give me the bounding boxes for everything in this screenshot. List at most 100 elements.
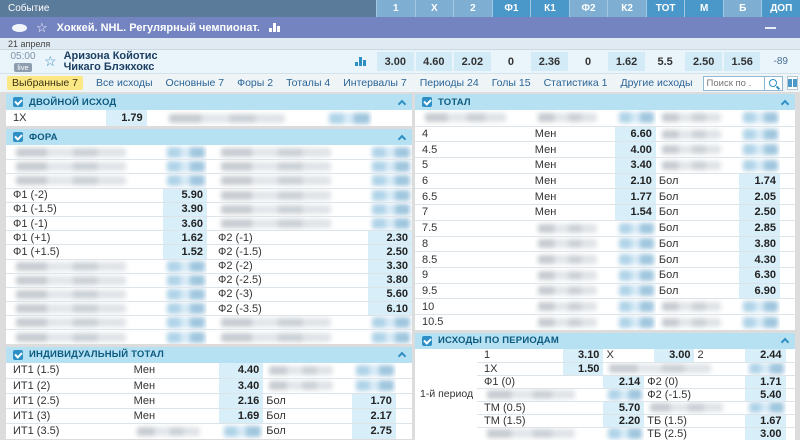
odd-value[interactable]: 4.30 [739, 252, 780, 267]
margin-value[interactable]: -89 [762, 52, 799, 71]
two-column-view-icon[interactable] [787, 76, 798, 90]
odd-cell[interactable]: 2.36 [531, 52, 568, 71]
odd-value[interactable]: 3.80 [739, 237, 780, 252]
odd-value[interactable]: 2.85 [739, 221, 780, 236]
odd-value[interactable]: 3.00 [745, 428, 786, 440]
event-statistics-icon[interactable] [355, 57, 366, 66]
odd-value[interactable]: 2.16 [219, 394, 263, 408]
odd-cell[interactable]: 5.5 [647, 52, 684, 71]
chevron-up-icon[interactable] [781, 338, 789, 346]
favorite-star-icon[interactable]: ☆ [44, 53, 57, 70]
column-header-М[interactable]: М [684, 0, 723, 17]
tab-выбранные-7[interactable]: Выбранные 7 [7, 76, 83, 90]
column-header-Ф2[interactable]: Ф2 [569, 0, 608, 17]
column-header-2[interactable]: 2 [453, 0, 492, 17]
checkbox-icon[interactable] [422, 97, 432, 107]
tab-голы-15[interactable]: Голы 15 [492, 77, 531, 89]
odd-value[interactable]: 2.30 [368, 231, 412, 244]
odd-value[interactable]: 3.10 [563, 349, 604, 362]
odd-cell[interactable]: 3.00 [377, 52, 414, 71]
statistics-icon[interactable] [269, 23, 280, 32]
odd-value[interactable]: 3.40 [219, 379, 263, 393]
odd-value[interactable]: 1.77 [615, 189, 656, 204]
odd-value[interactable]: 1.67 [745, 415, 786, 427]
column-header-ДОП[interactable]: ДОП [761, 0, 800, 17]
odd-value[interactable]: 3.00 [654, 349, 695, 362]
odd-cell[interactable]: 4.60 [416, 52, 453, 71]
checkbox-icon[interactable] [422, 336, 432, 346]
chevron-up-icon[interactable] [781, 99, 789, 107]
odd-value[interactable]: 3.30 [368, 260, 412, 273]
cell-gap [207, 330, 215, 343]
favorite-star-icon[interactable]: ☆ [36, 21, 48, 34]
chevron-up-icon[interactable] [398, 99, 406, 107]
odd-value[interactable]: 1.69 [219, 409, 263, 423]
section-title: ИСХОДЫ ПО ПЕРИОДАМ [438, 335, 559, 346]
chevron-up-icon[interactable] [398, 352, 406, 360]
odd-value[interactable]: 3.80 [368, 274, 412, 287]
column-header-Ф1[interactable]: Ф1 [492, 0, 531, 17]
collapse-minus-icon[interactable] [765, 27, 776, 29]
odd-value[interactable]: 1.70 [352, 394, 396, 408]
odd-value[interactable]: 1.54 [615, 205, 656, 220]
odd-value[interactable]: 1.74 [739, 174, 780, 189]
odd-value[interactable]: 2.17 [352, 409, 396, 423]
odd-cell[interactable]: 2.50 [685, 52, 722, 71]
odd-value[interactable]: 3.90 [163, 203, 207, 216]
odd-value[interactable]: 5.40 [745, 389, 786, 401]
checkbox-icon[interactable] [13, 350, 23, 360]
odd-value[interactable]: 6.90 [739, 284, 780, 299]
tab-форы-2[interactable]: Форы 2 [237, 77, 273, 89]
odd-value[interactable]: 2.20 [603, 415, 644, 427]
column-header-X[interactable]: X [415, 0, 454, 17]
odd-cell[interactable]: 0 [570, 52, 607, 71]
odd-value[interactable]: 5.70 [603, 402, 644, 414]
column-header-Б[interactable]: Б [723, 0, 762, 17]
odd-value[interactable]: 2.44 [745, 349, 786, 362]
cell-gap [207, 189, 215, 202]
odd-cell[interactable]: 1.56 [724, 52, 761, 71]
odd-value[interactable]: 4.00 [615, 142, 656, 157]
odd-value[interactable]: 6.10 [368, 302, 412, 315]
odd-value[interactable]: 1.62 [163, 231, 207, 244]
chevron-up-icon[interactable] [398, 134, 406, 142]
odd-cell[interactable]: 0 [493, 52, 530, 71]
checkbox-icon[interactable] [13, 132, 23, 142]
odd-value[interactable]: 3.40 [615, 158, 656, 173]
odd-value[interactable]: 2.75 [352, 424, 396, 438]
other-outcomes-link[interactable]: Другие исходы [620, 77, 692, 89]
odd-value[interactable]: 2.10 [615, 174, 656, 189]
event-teams-link[interactable]: Аризона Койотис Чикаго Блэкхокс [64, 51, 158, 73]
odd-cell[interactable]: 1.62 [608, 52, 645, 71]
odd-value[interactable]: 5.90 [163, 189, 207, 202]
column-header-1[interactable]: 1 [376, 0, 415, 17]
odd-value[interactable]: 5.60 [368, 288, 412, 301]
column-header-К1[interactable]: К1 [530, 0, 569, 17]
censored-cell [131, 424, 219, 438]
odd-value[interactable]: 1.52 [163, 245, 207, 258]
tab-интервалы-7[interactable]: Интервалы 7 [343, 77, 406, 89]
odd-value[interactable]: 1.71 [745, 376, 786, 388]
odd-value[interactable]: 2.14 [603, 376, 644, 388]
odd-value[interactable]: 2.05 [739, 189, 780, 204]
odd-value[interactable]: 2.50 [368, 245, 412, 258]
checkbox-icon[interactable] [13, 97, 23, 107]
search-input[interactable] [703, 76, 765, 91]
tab-периоды-24[interactable]: Периоды 24 [420, 77, 479, 89]
column-header-ТОТ[interactable]: ТОТ [646, 0, 685, 17]
column-header-К2[interactable]: К2 [607, 0, 646, 17]
tab-тоталы-4[interactable]: Тоталы 4 [286, 77, 330, 89]
tab-статистика-1[interactable]: Статистика 1 [544, 77, 608, 89]
odd-value[interactable]: 1.50 [563, 363, 604, 375]
odd-value[interactable]: 4.40 [219, 363, 263, 378]
tab-все-исходы[interactable]: Все исходы [96, 77, 153, 89]
odd-value[interactable]: 2.50 [739, 205, 780, 220]
tab-основные-7[interactable]: Основные 7 [166, 77, 225, 89]
odd-cell[interactable]: 2.02 [454, 52, 491, 71]
odd-value[interactable]: 3.60 [163, 217, 207, 230]
odd-value[interactable]: 1.79 [106, 110, 146, 126]
odd-value[interactable]: 6.30 [739, 268, 780, 283]
left-markets-column: ДВОЙНОЙ ИСХОД1X1.79ФОРАФ1 (-2)5.90Ф1 (-1… [6, 94, 412, 440]
odd-value[interactable]: 6.60 [615, 127, 656, 142]
search-button[interactable] [765, 76, 783, 91]
